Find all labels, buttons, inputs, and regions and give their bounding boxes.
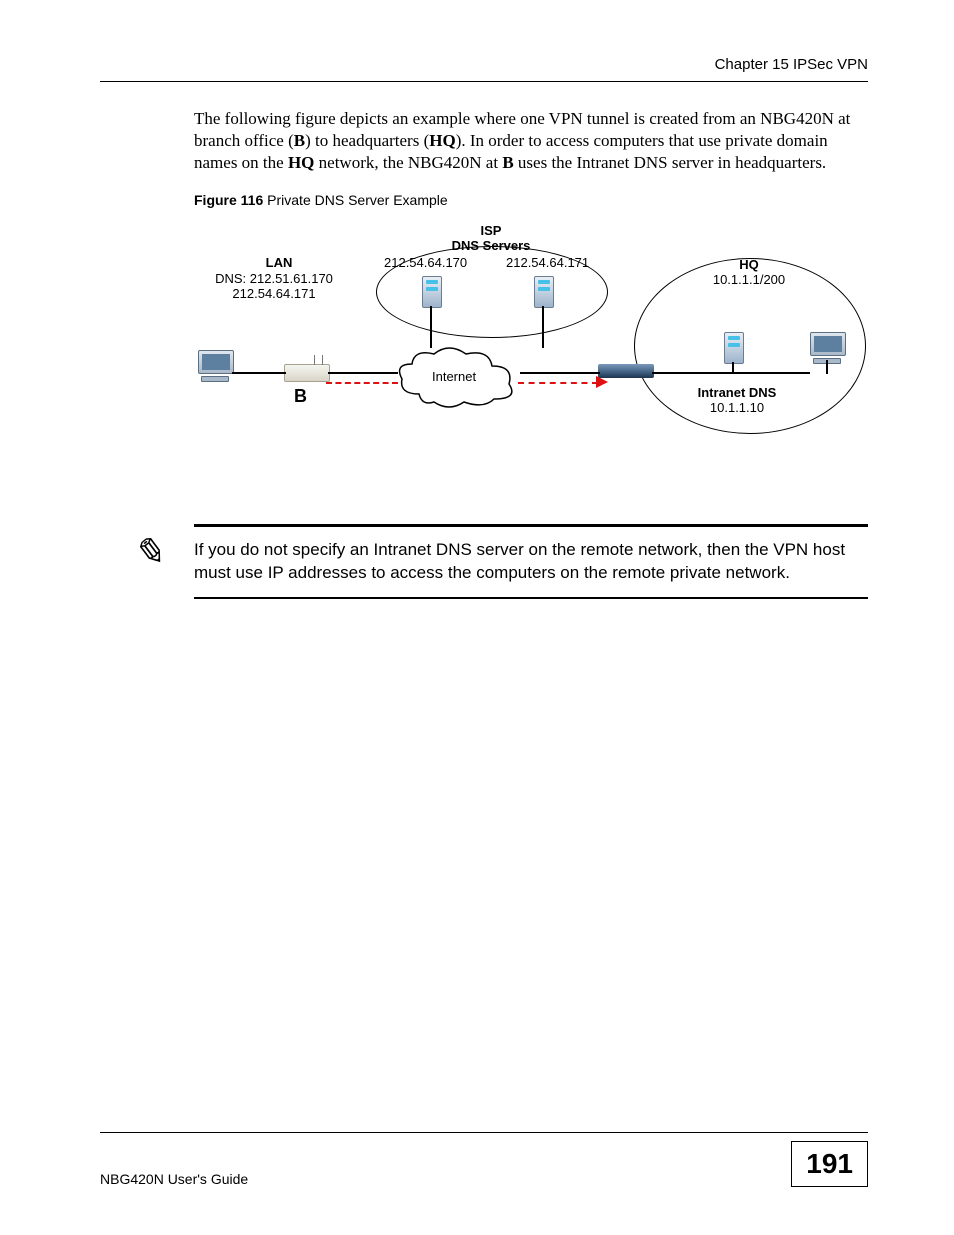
hq-ip: 10.1.1.1/200 (713, 272, 785, 287)
bold-hq: HQ (288, 153, 314, 172)
lan-label-block: LAN (229, 256, 329, 271)
text: ) to headquarters ( (305, 131, 429, 150)
isp-label: ISP DNS Servers (446, 224, 536, 254)
isp-line-left (430, 306, 432, 348)
intranet-dns-ip: 10.1.1.10 (710, 400, 764, 415)
vpn-tunnel-line (326, 382, 398, 384)
hq-drop-2 (826, 360, 828, 374)
lan-dns-block: DNS: 212.51.61.170 212.54.64.171 (194, 272, 354, 302)
page-footer: NBG420N User's Guide 191 (100, 1132, 868, 1187)
router-icon (284, 364, 330, 382)
bold-b: B (502, 153, 513, 172)
intranet-server-icon (724, 332, 744, 364)
vpn-tunnel-line (518, 382, 598, 384)
isp-server-icon (422, 276, 442, 308)
isp-line-right (542, 306, 544, 348)
figure-caption: Figure 116 Private DNS Server Example (194, 192, 868, 208)
vpn-arrowhead-icon (596, 376, 608, 388)
isp-ip-right: 212.54.64.171 (506, 256, 589, 271)
header-rule (100, 81, 868, 82)
hq-title: HQ (739, 257, 759, 272)
figure-number: Figure 116 (194, 192, 263, 208)
bold-hq: HQ (429, 131, 455, 150)
note-block: ✎ If you do not specify an Intranet DNS … (194, 524, 868, 599)
footer-rule (100, 1132, 868, 1133)
chapter-label: Chapter 15 IPSec VPN (100, 56, 868, 73)
isp-title: ISP (481, 223, 502, 238)
router-cloud-line (328, 372, 398, 374)
lan-title: LAN (266, 255, 293, 270)
lan-line (232, 372, 286, 374)
text: uses the Intranet DNS server in headquar… (514, 153, 827, 172)
lan-dns1: DNS: 212.51.61.170 (215, 271, 333, 286)
internet-label: Internet (432, 369, 476, 384)
page-header: Chapter 15 IPSec VPN (100, 56, 868, 90)
isp-ip-left: 212.54.64.170 (384, 256, 467, 271)
note-text: If you do not specify an Intranet DNS se… (194, 539, 868, 585)
figure-title: Private DNS Server Example (263, 192, 447, 208)
page-number: 191 (791, 1141, 868, 1187)
note-icon: ✎ (132, 530, 164, 575)
note-rule-bottom (194, 597, 868, 599)
footer-guide-title: NBG420N User's Guide (100, 1171, 248, 1187)
lan-dns2: 212.54.64.171 (232, 286, 315, 301)
pc-icon (198, 350, 232, 378)
pc-icon (810, 332, 844, 360)
network-diagram: ISP DNS Servers 212.54.64.170 212.54.64.… (194, 214, 868, 464)
hq-label-block: HQ 10.1.1.1/200 (694, 258, 804, 288)
b-label: B (294, 386, 307, 407)
intranet-dns-title: Intranet DNS (698, 385, 777, 400)
bold-b: B (294, 131, 305, 150)
cloud-switch-line (520, 372, 600, 374)
isp-server-icon (534, 276, 554, 308)
hq-drop-1 (732, 362, 734, 374)
hq-internal-line (652, 372, 810, 374)
isp-subtitle: DNS Servers (452, 238, 531, 253)
note-rule-top (194, 524, 868, 527)
intranet-dns-block: Intranet DNS 10.1.1.10 (682, 386, 792, 416)
text: network, the NBG420N at (314, 153, 502, 172)
body-content: The following figure depicts an example … (194, 108, 868, 504)
intro-paragraph: The following figure depicts an example … (194, 108, 868, 174)
